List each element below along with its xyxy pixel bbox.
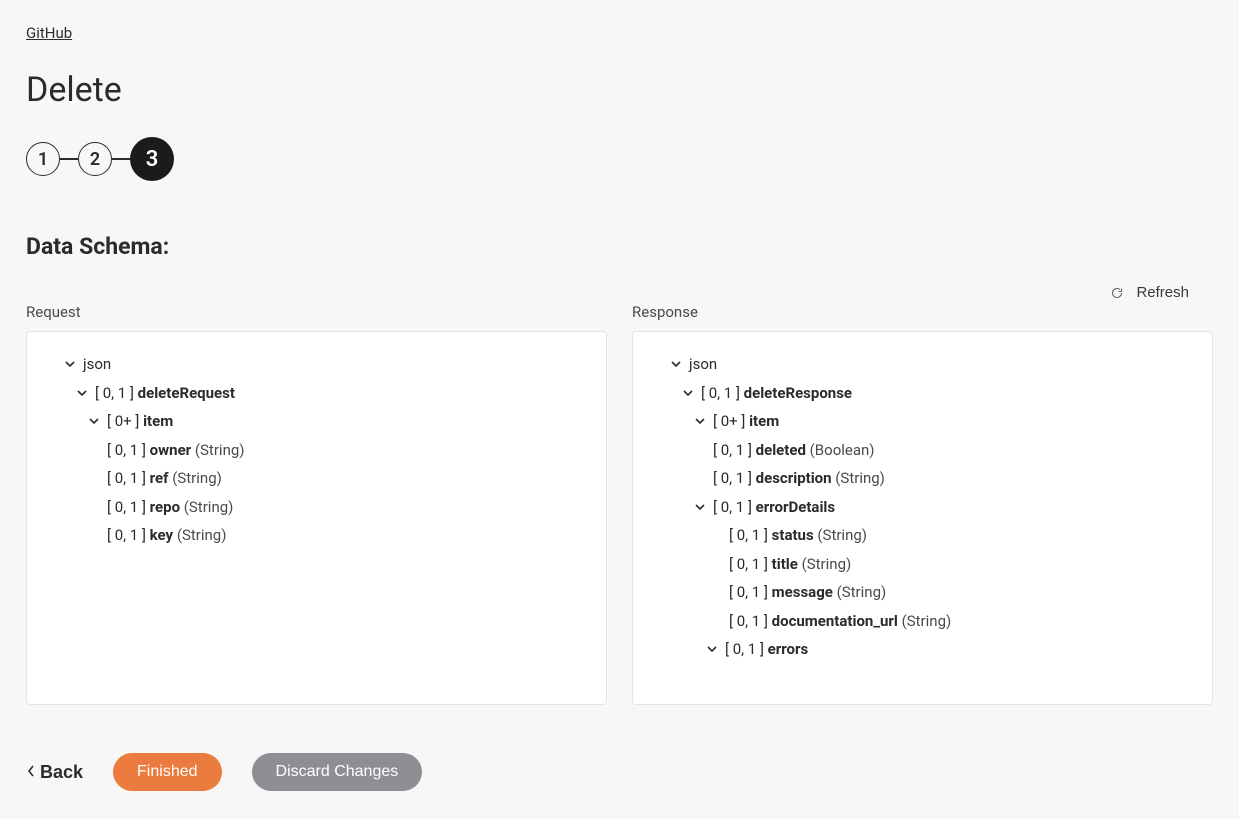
tree-leaf-deleted: [ 0, 1 ] deleted (Boolean): [651, 436, 1194, 465]
chevron-down-icon[interactable]: [693, 500, 707, 514]
tree-node-item[interactable]: [ 0+ ] item: [651, 407, 1194, 436]
tree-leaf-status: [ 0, 1 ] status (String): [651, 521, 1194, 550]
refresh-icon: [1110, 286, 1124, 300]
node-label: [ 0, 1 ] errorDetails: [713, 493, 835, 522]
request-panel: json [ 0, 1 ] deleteRequest [ 0+ ] item: [26, 331, 607, 705]
chevron-down-icon[interactable]: [75, 386, 89, 400]
chevron-down-icon[interactable]: [681, 386, 695, 400]
step-2[interactable]: 2: [78, 142, 112, 176]
chevron-down-icon[interactable]: [87, 414, 101, 428]
node-label: [ 0, 1 ] errors: [725, 635, 808, 664]
node-label: [ 0+ ] item: [713, 407, 779, 436]
refresh-label: Refresh: [1136, 284, 1189, 301]
node-label: [ 0, 1 ] deleteResponse: [701, 379, 852, 408]
tree-leaf-repo: [ 0, 1 ] repo (String): [45, 493, 588, 522]
tree-node-json[interactable]: json: [45, 350, 588, 379]
tree-node-errors[interactable]: [ 0, 1 ] errors: [651, 635, 1194, 664]
tree-node-deleteRequest[interactable]: [ 0, 1 ] deleteRequest: [45, 379, 588, 408]
node-label: json: [689, 350, 717, 379]
tree-node-item[interactable]: [ 0+ ] item: [45, 407, 588, 436]
tree-leaf-description: [ 0, 1 ] description (String): [651, 464, 1194, 493]
chevron-down-icon[interactable]: [669, 357, 683, 371]
back-label: Back: [40, 762, 83, 783]
page-title: Delete: [26, 70, 1213, 110]
tree-node-errorDetails[interactable]: [ 0, 1 ] errorDetails: [651, 493, 1194, 522]
refresh-button[interactable]: Refresh: [1110, 284, 1189, 301]
node-label: json: [83, 350, 111, 379]
response-panel: json [ 0, 1 ] deleteResponse [ 0+ ] item: [632, 331, 1213, 705]
back-button[interactable]: Back: [26, 762, 83, 783]
node-label: [ 0, 1 ] deleteRequest: [95, 379, 235, 408]
footer-actions: Back Finished Discard Changes: [26, 753, 1213, 791]
step-connector: [112, 158, 130, 160]
node-label: [ 0+ ] item: [107, 407, 173, 436]
breadcrumb-link[interactable]: GitHub: [26, 24, 72, 42]
stepper: 1 2 3: [26, 137, 1213, 181]
chevron-down-icon[interactable]: [63, 357, 77, 371]
tree-leaf-key: [ 0, 1 ] key (String): [45, 521, 588, 550]
tree-leaf-title: [ 0, 1 ] title (String): [651, 550, 1194, 579]
discard-changes-button[interactable]: Discard Changes: [252, 753, 423, 791]
tree-node-deleteResponse[interactable]: [ 0, 1 ] deleteResponse: [651, 379, 1194, 408]
section-heading: Data Schema:: [26, 233, 1213, 260]
chevron-left-icon: [26, 762, 36, 783]
request-column: Request json [ 0, 1 ] deleteRequest: [26, 303, 607, 705]
chevron-down-icon[interactable]: [705, 642, 719, 656]
finished-button[interactable]: Finished: [113, 753, 221, 791]
tree-node-json[interactable]: json: [651, 350, 1194, 379]
tree-leaf-ref: [ 0, 1 ] ref (String): [45, 464, 588, 493]
tree-leaf-documentation-url: [ 0, 1 ] documentation_url (String): [651, 607, 1194, 636]
step-connector: [60, 158, 78, 160]
step-3[interactable]: 3: [130, 137, 174, 181]
tree-leaf-message: [ 0, 1 ] message (String): [651, 578, 1194, 607]
response-column: Response json [ 0, 1 ] deleteResponse: [632, 303, 1213, 705]
tree-leaf-owner: [ 0, 1 ] owner (String): [45, 436, 588, 465]
response-label: Response: [632, 303, 1213, 321]
step-1[interactable]: 1: [26, 142, 60, 176]
request-label: Request: [26, 303, 607, 321]
chevron-down-icon[interactable]: [693, 414, 707, 428]
